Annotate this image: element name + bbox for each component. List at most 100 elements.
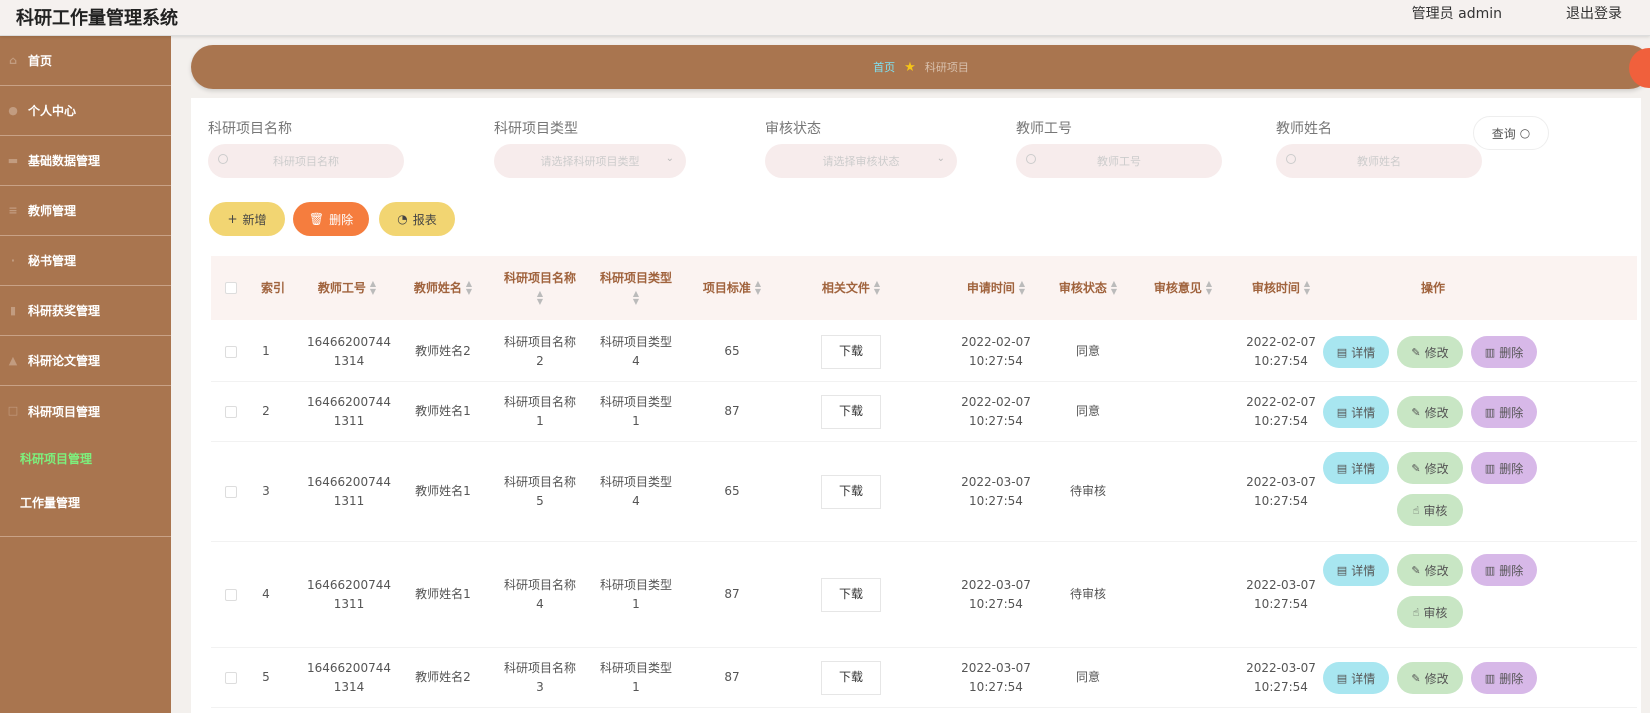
teacher-no-input[interactable]: 教师工号 [1016, 144, 1222, 178]
delete-row-button[interactable]: ▥ 删除 [1471, 396, 1537, 428]
status-select[interactable]: 请选择审核状态 ⌄ [765, 144, 957, 178]
cell-index: 1 [262, 344, 270, 358]
col-opinion[interactable]: 审核意见 ▲ ▼ [1139, 256, 1227, 320]
trash-icon: ▥ [1484, 563, 1496, 577]
delete-row-button[interactable]: ▥ 删除 [1471, 662, 1537, 694]
download-button[interactable]: 下载 [821, 660, 881, 695]
cell-opinion [1139, 542, 1227, 647]
sidebar-subitem-workload[interactable]: 工作量管理 [0, 480, 171, 524]
hand-icon: ☝ [1412, 503, 1420, 517]
pencil-icon: ✎ [1411, 461, 1421, 475]
report-button[interactable]: ◔ 报表 [379, 202, 455, 236]
sidebar-item-label: 个人中心 [28, 104, 77, 118]
col-apply-time[interactable]: 申请时间 ▲ ▼ [946, 256, 1046, 320]
edit-button[interactable]: ✎ 修改 [1397, 452, 1463, 484]
col-standard[interactable]: 项目标准 ▲ ▼ [685, 256, 779, 320]
col-file[interactable]: 相关文件 ▲ ▼ [791, 256, 911, 320]
project-name-input[interactable]: 科研项目名称 [208, 144, 404, 178]
download-button[interactable]: 下载 [821, 577, 881, 612]
pencil-icon: ✎ [1411, 563, 1421, 577]
row-checkbox[interactable] [221, 322, 241, 381]
row-checkbox[interactable] [221, 442, 241, 541]
detail-button[interactable]: ▤ 详情 [1323, 554, 1389, 586]
edit-button[interactable]: ✎ 修改 [1397, 662, 1463, 694]
field-label: 教师工号 [1016, 121, 1072, 137]
sidebar-item-home[interactable]: ⌂ 首页 [0, 36, 171, 86]
breadcrumb: 首页 ★ 科研项目 [191, 45, 1650, 89]
add-button[interactable]: + 新增 [209, 202, 285, 236]
delete-row-button[interactable]: ▥ 删除 [1471, 452, 1537, 484]
cell-teacher-no: 16466200744 1311 [307, 394, 391, 428]
col-project-name[interactable]: 科研项目名称 ▲ ▼ [493, 256, 587, 320]
project-type-select[interactable]: 请选择科研项目类型 ⌄ [494, 144, 686, 178]
download-button[interactable]: 下载 [821, 474, 881, 509]
cell-teacher-no: 16466200744 1311 [307, 577, 391, 611]
cell-project-name: 科研项目名称 5 [503, 474, 576, 508]
row-checkbox[interactable] [221, 382, 241, 441]
sidebar-subitem-project-management[interactable]: 科研项目管理 [0, 436, 171, 480]
field-label: 科研项目类型 [494, 121, 578, 137]
download-button[interactable]: 下载 [821, 394, 881, 429]
sidebar-item-teachers[interactable]: ≡ 教师管理 [0, 186, 171, 236]
clock-icon: ◔ [397, 212, 408, 226]
cell-status: 同意 [1075, 404, 1100, 418]
cell-project-type: 科研项目类型 1 [599, 660, 672, 694]
project-icon: □ [7, 404, 19, 417]
sidebar-item-papers[interactable]: ▲ 科研论文管理 [0, 336, 171, 386]
cell-audit-time: 2022-02-07 10:27:54 [1246, 394, 1316, 428]
query-button[interactable]: 查询 ○ [1473, 116, 1549, 150]
sidebar-item-label: 科研获奖管理 [28, 304, 101, 318]
edit-button[interactable]: ✎ 修改 [1397, 396, 1463, 428]
trash-icon: ▥ [1484, 461, 1496, 475]
detail-button[interactable]: ▤ 详情 [1323, 336, 1389, 368]
audit-button[interactable]: ☝ 审核 [1397, 494, 1463, 526]
pencil-icon: ✎ [1411, 405, 1421, 419]
col-teacher-name[interactable]: 教师姓名 ▲ ▼ [397, 256, 489, 320]
cell-teacher-name: 教师姓名1 [415, 587, 471, 601]
select-all-checkbox[interactable] [221, 256, 241, 320]
breadcrumb-home[interactable]: 首页 [873, 59, 895, 75]
sidebar-item-basic-data[interactable]: ▬ 基础数据管理 [0, 136, 171, 186]
col-status[interactable]: 审核状态 ▲ ▼ [1044, 256, 1132, 320]
delete-button[interactable]: 🗑 删除 [293, 202, 369, 236]
cell-apply-time: 2022-02-07 10:27:54 [961, 334, 1031, 368]
sidebar-item-awards[interactable]: ▮ 科研获奖管理 [0, 286, 171, 336]
trash-icon: 🗑 [308, 212, 325, 226]
delete-row-button[interactable]: ▥ 删除 [1471, 336, 1537, 368]
delete-row-button[interactable]: ▥ 删除 [1471, 554, 1537, 586]
sidebar: ⌂ 首页 ● 个人中心 ▬ 基础数据管理 ≡ 教师管理 · 秘书管理 ▮ 科研获奖管理 ▲ 科… [0, 36, 171, 713]
col-project-type[interactable]: 科研项目类型 ▲ ▼ [589, 256, 683, 320]
col-audit-time[interactable]: 审核时间 ▲ ▼ [1231, 256, 1331, 320]
detail-button[interactable]: ▤ 详情 [1323, 396, 1389, 428]
sidebar-item-label: 秘书管理 [28, 254, 77, 268]
cell-project-name: 科研项目名称 1 [503, 394, 576, 428]
sidebar-item-label: 首页 [28, 54, 53, 68]
download-button[interactable]: 下载 [821, 334, 881, 369]
detail-button[interactable]: ▤ 详情 [1323, 452, 1389, 484]
col-teacher-no[interactable]: 教师工号 ▲ ▼ [301, 256, 393, 320]
document-icon: ▤ [1336, 563, 1348, 577]
sidebar-item-secretaries[interactable]: · 秘书管理 [0, 236, 171, 286]
logout-link[interactable]: 退出登录 [1566, 3, 1622, 23]
content-panel: 科研项目名称 科研项目名称 科研项目类型 请选择科研项目类型 ⌄ 审核状态 请选择… [191, 98, 1641, 713]
hand-icon: ☝ [1412, 605, 1420, 619]
audit-button[interactable]: ☝ 审核 [1397, 596, 1463, 628]
cell-audit-time: 2022-03-07 10:27:54 [1246, 660, 1316, 694]
cell-project-name: 科研项目名称 2 [503, 334, 576, 368]
edit-button[interactable]: ✎ 修改 [1397, 336, 1463, 368]
sidebar-item-profile[interactable]: ● 个人中心 [0, 86, 171, 136]
teacher-name-input[interactable]: 教师姓名 [1276, 144, 1482, 178]
sidebar-item-projects[interactable]: □ 科研项目管理 [0, 386, 171, 436]
cell-apply-time: 2022-03-07 10:27:54 [961, 660, 1031, 694]
sort-icon: ▲ ▼ [465, 279, 473, 296]
current-user: 管理员 admin [1411, 6, 1502, 22]
row-checkbox[interactable] [221, 542, 241, 647]
cell-index: 3 [262, 484, 270, 498]
cell-file: 下载 [791, 322, 911, 381]
edit-button[interactable]: ✎ 修改 [1397, 554, 1463, 586]
field-label: 审核状态 [765, 121, 821, 137]
row-checkbox[interactable] [221, 648, 241, 707]
detail-button[interactable]: ▤ 详情 [1323, 662, 1389, 694]
plus-icon: + [227, 212, 238, 226]
data-icon: ▬ [7, 153, 19, 167]
